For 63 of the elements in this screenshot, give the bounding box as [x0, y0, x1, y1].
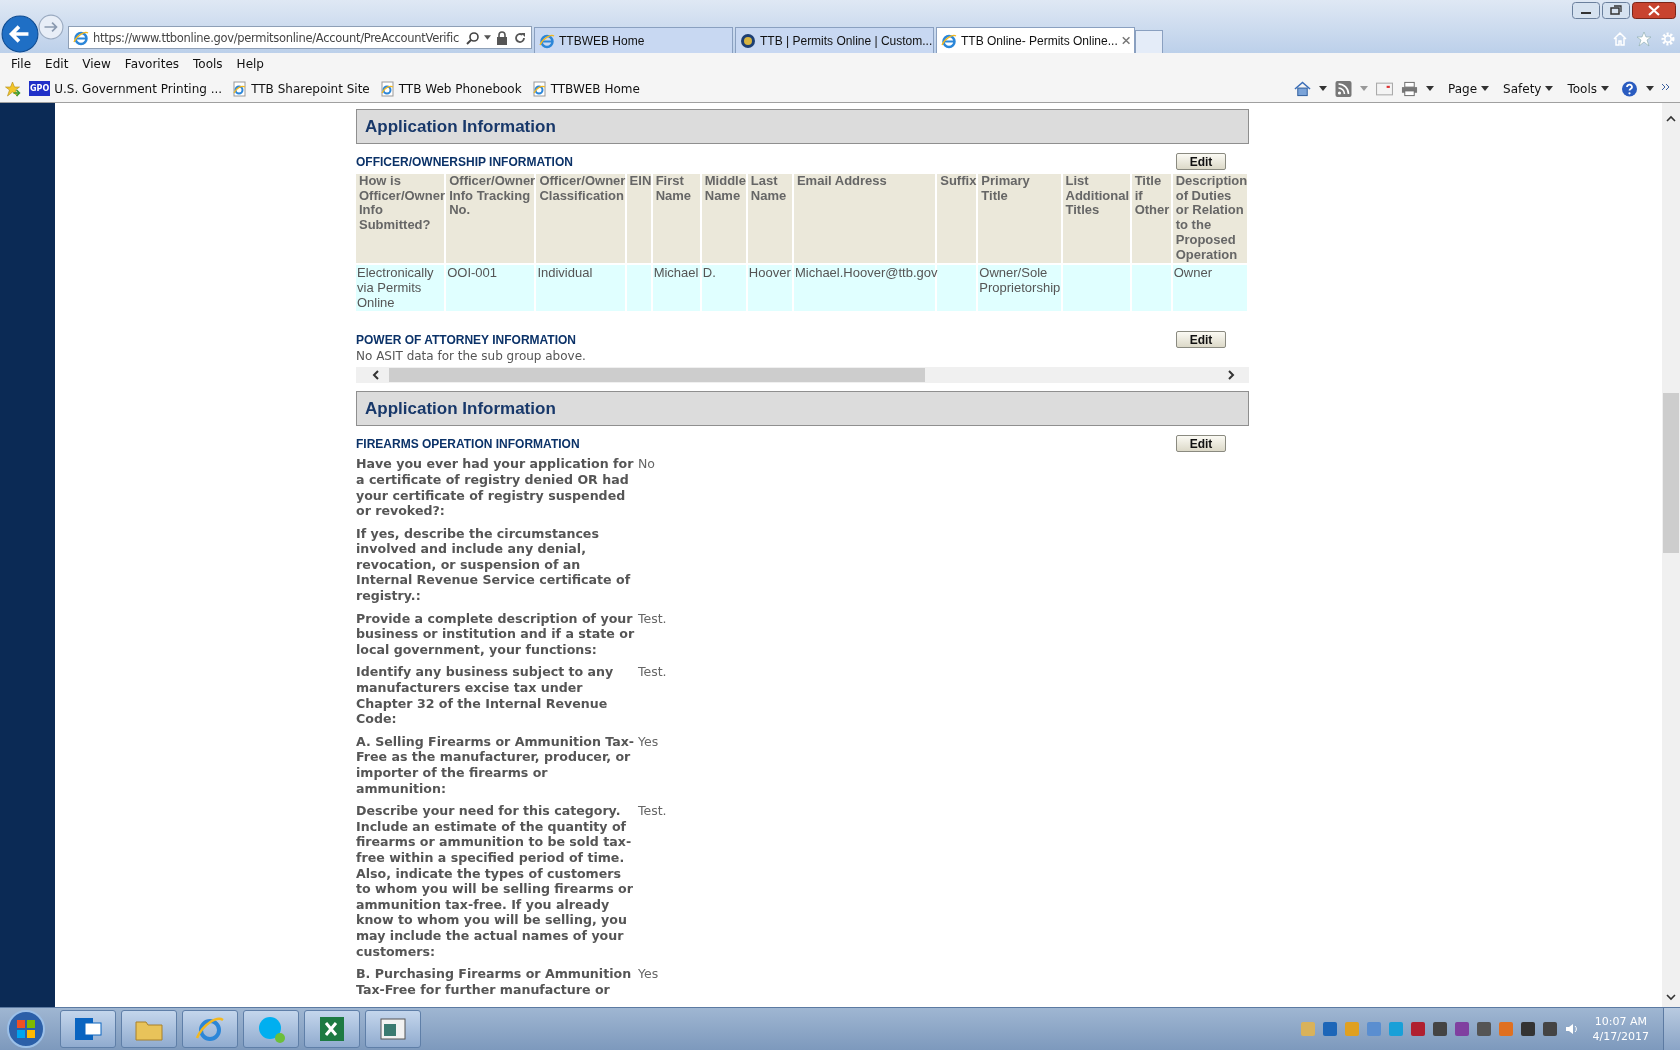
question-label: A. Selling Firearms or Ammunition Tax-Free as the manufacturer, producer, or importer of the firearms or ammunition:: [356, 733, 636, 797]
empty-message: No ASIT data for the sub group above.: [356, 349, 587, 364]
edit-button[interactable]: Edit: [1176, 435, 1226, 453]
command-menu[interactable]: Tools: [1567, 81, 1609, 96]
column-header: How is Officer/Owner Info Submitted?: [356, 174, 445, 264]
edit-button[interactable]: Edit: [1176, 153, 1226, 170]
answer-value: Test.: [638, 664, 667, 682]
table-cell: Owner: [1173, 265, 1213, 281]
answer-value: Test.: [638, 610, 667, 628]
table-cell: Michael.Hoover@ttb.gov: [794, 265, 938, 281]
address-bar[interactable]: https://www.ttbonline.gov/permitsonline/Account/PreAccountVerific: [68, 26, 532, 49]
answer-value: Test.: [638, 803, 667, 821]
table-cell: OOI-001: [447, 265, 498, 281]
column-header: Suffix: [937, 174, 977, 264]
browser-tab[interactable]: TTBWEB Home: [534, 27, 733, 53]
column-header: Title if Other: [1131, 174, 1171, 264]
group-title: FIREARMS OPERATION INFORMATION: [356, 436, 580, 451]
url-text: https://www.ttbonline.gov/permitsonline/Account/PreAccountVerific: [93, 30, 460, 45]
question-label: Describe your need for this category. Include an estimate of the quantity of firearms or ammunition to be sold tax-free within a specified period of time. Also, indicate the types of customers to whom you will be selling firearms or ammunition tax-free. If you already know to whom you will be selling, you may include the actual names of your customers:: [356, 803, 634, 960]
browser-tab[interactable]: TTB Online- Permits Online...: [936, 27, 1135, 53]
favorite-link[interactable]: U.S. Government Printing ...: [54, 81, 223, 96]
column-header: Last Name: [747, 174, 792, 264]
menu-item[interactable]: File: [4, 57, 39, 71]
column-header: Email Address: [793, 174, 936, 264]
question-label: Have you ever had your application for a certificate of registry denied OR had your certificate of registry suspended or revoked?:: [356, 456, 635, 519]
question-label: Provide a complete description of your business or institution and if a state or local government, your functions:: [356, 610, 636, 658]
favorite-link[interactable]: TTB Web Phonebook: [398, 81, 522, 96]
table-cell: D.: [702, 265, 716, 281]
menu-item[interactable]: View: [75, 57, 118, 71]
column-header: Primary Title: [978, 174, 1061, 264]
edit-button[interactable]: Edit: [1176, 331, 1226, 349]
column-header: EIN: [626, 174, 651, 264]
menu-item[interactable]: Tools: [186, 57, 230, 71]
command-menu[interactable]: Safety: [1503, 81, 1554, 96]
column-header: Officer/Owner Classification: [536, 174, 625, 264]
site-badge: GPO: [29, 81, 51, 96]
column-header: Officer/Owner Info Tracking No.: [446, 174, 535, 264]
command-menu[interactable]: Page: [1448, 81, 1490, 96]
table-cell: Hoover: [748, 265, 791, 281]
table-cell: Electronically via Permits Online: [357, 265, 434, 310]
section-title: Application Information: [365, 116, 556, 137]
table-cell: Owner/Sole Proprietorship: [979, 265, 1061, 295]
column-header: List Additional Titles: [1062, 174, 1130, 264]
menu-item[interactable]: Edit: [38, 57, 76, 71]
column-header: Description of Duties or Relation to the Proposed Operation: [1172, 174, 1247, 264]
section-title: Application Information: [365, 398, 556, 419]
browser-tab[interactable]: TTB | Permits Online | Custom...: [735, 27, 934, 53]
answer-value: No: [638, 456, 655, 474]
question-label: Identify any business subject to any manufacturers excise tax under Chapter 32 of the Internal Revenue Code:: [356, 664, 615, 727]
question-label: B. Purchasing Firearms or Ammunition Tax-Free for further manufacture or: [356, 966, 633, 998]
menu-item[interactable]: Help: [229, 57, 271, 71]
table-cell: Individual: [537, 265, 593, 281]
favorite-link[interactable]: TTBWEB Home: [550, 81, 640, 96]
column-header: First Name: [652, 174, 700, 264]
menu-item[interactable]: Favorites: [117, 57, 187, 71]
answer-value: Yes: [638, 966, 659, 984]
group-title: POWER OF ATTORNEY INFORMATION: [356, 332, 576, 347]
table-cell: Michael: [653, 265, 699, 281]
column-header: Middle Name: [701, 174, 746, 264]
favorite-link[interactable]: TTB Sharepoint Site: [251, 81, 370, 96]
group-title: OFFICER/OWNERSHIP INFORMATION: [356, 154, 573, 169]
question-label: If yes, describe the circumstances involved and include any denial, revocation, or suspension of an Internal Revenue Service certificate of registry.:: [356, 525, 632, 604]
answer-value: Yes: [638, 733, 659, 751]
